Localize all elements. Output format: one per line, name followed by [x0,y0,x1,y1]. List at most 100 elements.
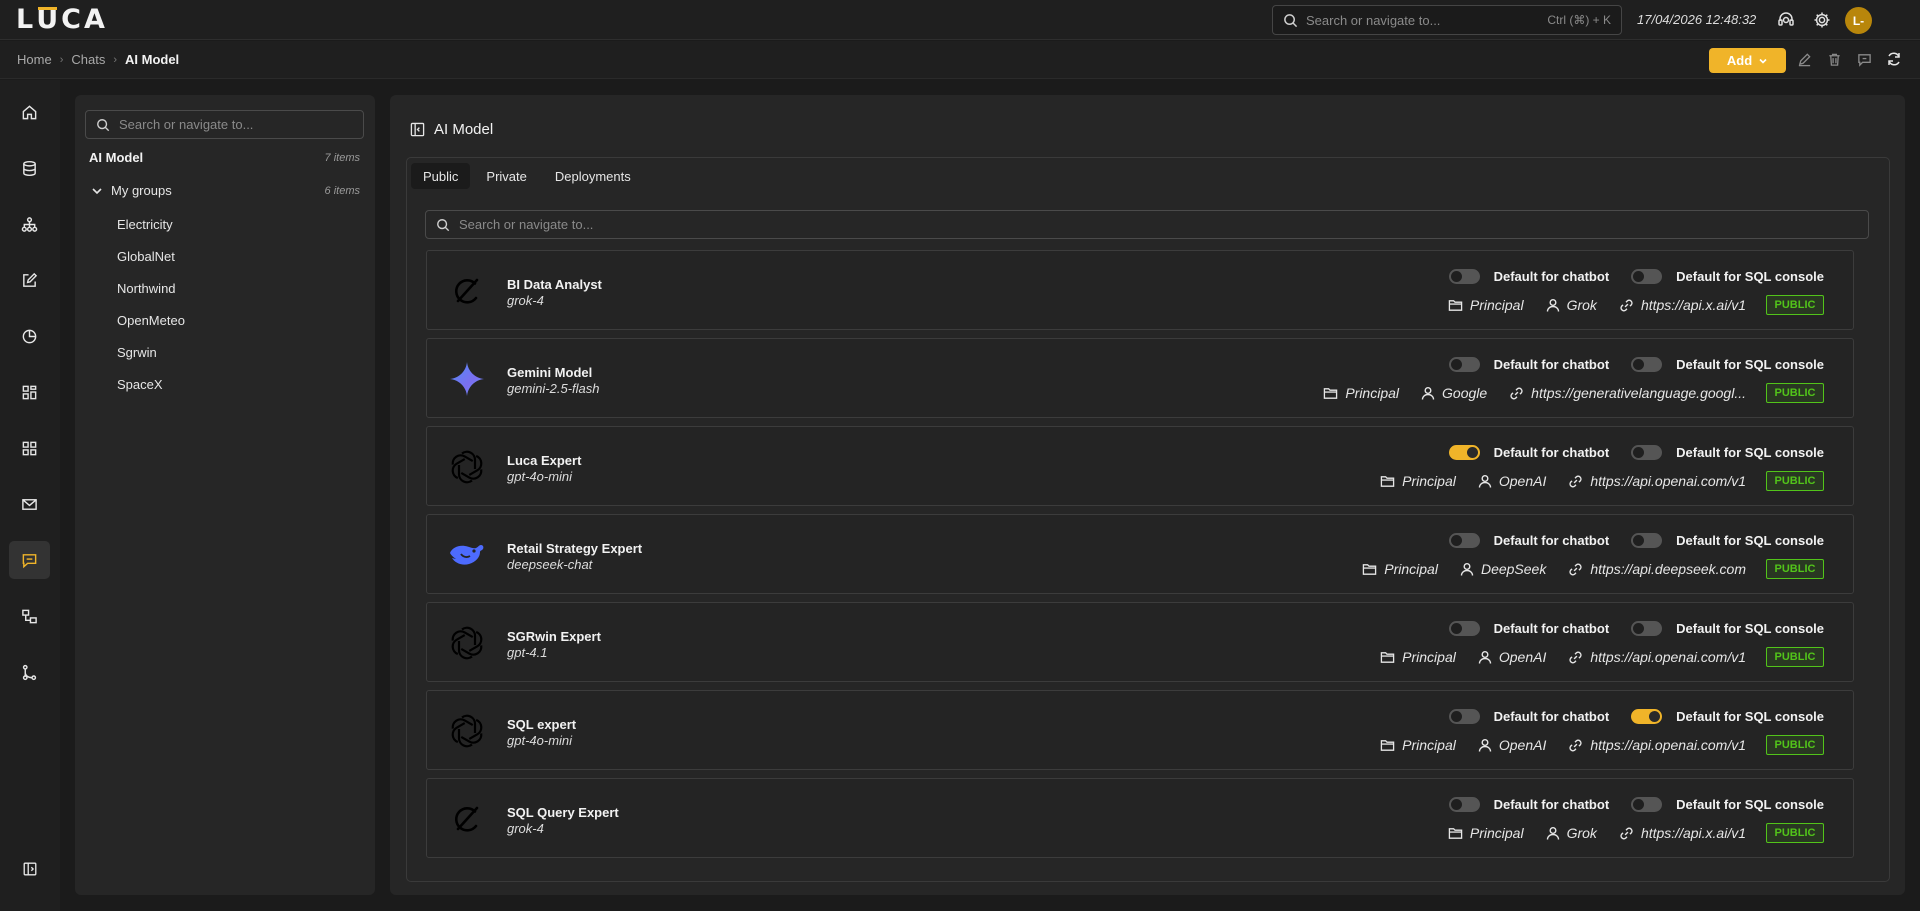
grok-icon [447,271,487,311]
folder-icon [1380,650,1395,664]
tree-item-openmeteo[interactable]: OpenMeteo [117,313,185,328]
mail-icon[interactable] [9,485,50,523]
model-card[interactable]: SQL expert gpt-4o-mini Default for chatbot… [426,690,1854,770]
model-id: grok-4 [507,821,544,836]
home-icon[interactable] [9,93,50,131]
app-logo[interactable]: LUCA [16,6,108,34]
breadcrumb-chats[interactable]: Chats [71,52,105,67]
chatbot-default-toggle[interactable] [1448,533,1480,548]
tab-deployments[interactable]: Deployments [543,163,643,189]
trash-icon[interactable] [1824,49,1844,69]
tree-group-count: 6 items [324,184,360,197]
tree-root[interactable]: AI Model 7 items [89,150,360,165]
search-shortcut: Ctrl (⌘) + K [1547,13,1611,27]
model-name: Retail Strategy Expert [507,541,643,556]
chatbot-default-label: Default for chatbot [1493,621,1610,636]
apps-grid-icon[interactable] [9,429,50,467]
tree-item-northwind[interactable]: Northwind [117,281,176,296]
chevron-right-icon: › [59,53,64,66]
sql-console-default-toggle[interactable] [1631,533,1663,548]
model-provider: Google [1421,385,1487,401]
chatbot-default-toggle[interactable] [1448,621,1480,636]
model-id: gpt-4.1 [507,645,548,660]
public-badge: PUBLIC [1766,735,1824,755]
tree-group-my-groups[interactable]: My groups 6 items [91,183,360,198]
chatbot-default-toggle[interactable] [1448,357,1480,372]
public-badge: PUBLIC [1766,647,1824,667]
chatbot-default-label: Default for chatbot [1493,445,1610,460]
refresh-icon[interactable] [1884,49,1904,69]
chevron-right-icon: › [113,53,117,66]
model-card[interactable]: BI Data Analyst grok-4 Default for chatbot… [426,250,1854,330]
tree-item-sgrwin[interactable]: Sgrwin [117,345,157,360]
sql-console-default-toggle[interactable] [1631,269,1663,284]
add-button[interactable]: Add [1709,48,1786,73]
model-meta: Principal Google https://generativelanguag… [1301,383,1824,403]
collapse-sidebar-icon[interactable] [9,850,50,888]
database-icon[interactable] [9,149,50,187]
model-folder: Principal [1380,737,1456,753]
main-panel: AI Model Public Private Deployments Sear… [390,95,1905,895]
sql-console-default-toggle[interactable] [1631,797,1663,812]
edit-icon[interactable] [1794,49,1814,69]
chevron-down-icon[interactable] [91,185,103,197]
tab-public[interactable]: Public [411,163,471,189]
default-toggles: Default for chatbot Default for SQL conso… [1448,445,1824,460]
chatbot-default-toggle[interactable] [1448,797,1480,812]
model-id: grok-4 [507,293,544,308]
chat-icon[interactable] [9,541,50,579]
chatbot-default-toggle[interactable] [1448,709,1480,724]
sql-console-default-toggle[interactable] [1631,709,1663,724]
breadcrumb-home[interactable]: Home [17,52,52,67]
openai-icon [447,711,487,751]
link-icon [1619,826,1634,841]
sql-console-default-toggle[interactable] [1631,621,1663,636]
sql-console-default-toggle[interactable] [1631,357,1663,372]
model-id: gemini-2.5-flash [507,381,600,396]
chatbot-default-label: Default for chatbot [1493,533,1610,548]
model-card[interactable]: Retail Strategy Expert deepseek-chat Defau… [426,514,1854,594]
gear-icon[interactable] [1811,9,1833,31]
hierarchy-icon[interactable] [9,205,50,243]
model-meta: Principal OpenAI https://api.openai.com/v1… [1358,471,1824,491]
global-search-input[interactable]: Search or navigate to... Ctrl (⌘) + K [1272,5,1622,35]
user-icon [1478,738,1492,752]
model-search-input[interactable]: Search or navigate to... [425,210,1869,239]
chatbot-default-toggle[interactable] [1448,445,1480,460]
model-card[interactable]: SQL Query Expert grok-4 Default for chatbo… [426,778,1854,858]
global-search-placeholder: Search or navigate to... [1306,12,1441,28]
tree-item-electricity[interactable]: Electricity [117,217,173,232]
comment-icon[interactable] [1854,49,1874,69]
model-provider: DeepSeek [1460,561,1546,577]
model-meta: Principal Grok https://api.x.ai/v1 PUBLIC [1426,295,1824,315]
tree-group-label: My groups [111,183,172,198]
model-folder: Principal [1380,473,1456,489]
tree-search-input[interactable]: Search or navigate to... [85,110,364,139]
dashboard-icon[interactable] [9,373,50,411]
folder-icon [1362,562,1377,576]
model-id: gpt-4o-mini [507,469,573,484]
public-badge: PUBLIC [1766,383,1824,403]
panel-toggle-icon[interactable] [410,122,425,137]
support-agent-icon[interactable] [1775,9,1797,31]
model-endpoint: https://api.x.ai/v1 [1619,297,1746,313]
model-meta: Principal OpenAI https://api.openai.com/v1… [1358,735,1824,755]
model-card[interactable]: Luca Expert gpt-4o-mini Default for chatbo… [426,426,1854,506]
chatbot-default-toggle[interactable] [1448,269,1480,284]
edit-note-icon[interactable] [9,261,50,299]
model-card[interactable]: Gemini Model gemini-2.5-flash Default for … [426,338,1854,418]
default-toggles: Default for chatbot Default for SQL conso… [1448,357,1824,372]
model-endpoint: https://api.deepseek.com [1568,561,1746,577]
tab-private[interactable]: Private [474,163,538,189]
tree-item-globalnet[interactable]: GlobalNet [117,249,175,264]
git-branch-icon[interactable] [9,653,50,691]
pie-chart-icon[interactable] [9,317,50,355]
model-name: BI Data Analyst [507,277,602,292]
sql-console-default-toggle[interactable] [1631,445,1663,460]
flow-icon[interactable] [9,597,50,635]
tree-item-spacex[interactable]: SpaceX [117,377,163,392]
model-card[interactable]: SGRwin Expert gpt-4.1 Default for chatbot D… [426,602,1854,682]
model-endpoint: https://api.openai.com/v1 [1568,473,1746,489]
user-avatar[interactable]: L- [1845,7,1872,34]
user-icon [1478,650,1492,664]
